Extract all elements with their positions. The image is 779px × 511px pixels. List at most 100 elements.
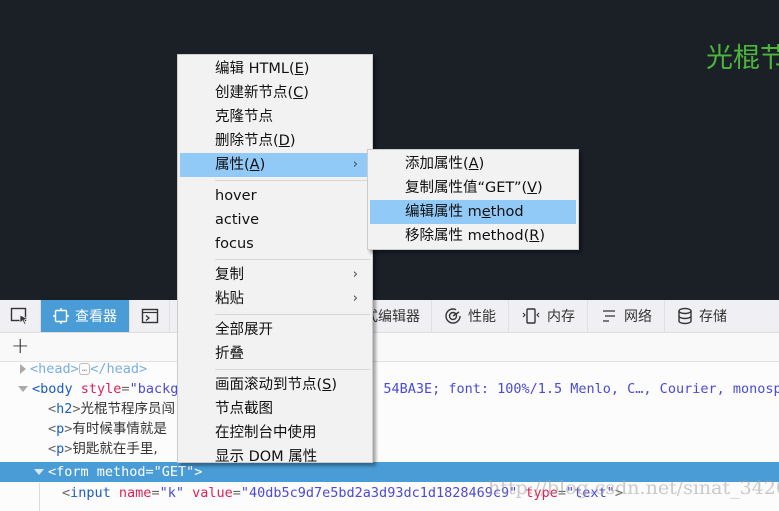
menu-item-label: 全部展开 [215, 322, 273, 338]
menu-item-collapse[interactable]: 折叠 [180, 342, 370, 366]
markup-node-body[interactable]: <body style="backg 54BA3E; font: 100%/1.5… [0, 379, 779, 399]
collapse-icon[interactable] [18, 386, 28, 392]
menu-item-label: 属性( [215, 157, 250, 173]
menu-item-label: 编辑 HTML( [215, 61, 295, 77]
menu-item-suffix: thod [490, 204, 524, 220]
tab-storage[interactable]: 存储 [665, 300, 739, 332]
context-menu: 编辑 HTML(E) 创建新节点(C) 克隆节点 删除节点(D) 属性(A) › … [177, 54, 373, 465]
menu-item-hover[interactable]: hover [180, 184, 370, 208]
performance-icon [444, 307, 462, 325]
tab-network-label: 网络 [624, 309, 652, 325]
menu-separator [215, 259, 370, 260]
h2-text: 光棍节程序员闯 [80, 401, 176, 417]
menu-item-label: 删除节点( [215, 133, 279, 149]
pick-element-button[interactable] [0, 300, 41, 332]
accelerator-key: e [481, 204, 491, 220]
menu-item-focus[interactable]: focus [180, 232, 370, 256]
accelerator-key: S [322, 377, 332, 393]
menu-item-label: hover [215, 188, 257, 204]
submenu-item-add-attribute[interactable]: 添加属性(A) [370, 152, 576, 176]
menu-item-label: 显示 DOM 属性 [215, 449, 318, 465]
menu-item-screenshot-node[interactable]: 节点截图 [180, 397, 370, 421]
menu-item-label: 折叠 [215, 346, 244, 362]
accelerator-key: V [527, 180, 538, 196]
menu-item-label: 节点截图 [215, 401, 273, 417]
menu-item-label: focus [215, 236, 254, 252]
submenu-item-copy-attribute-value[interactable]: 复制属性值“GET”(V) [370, 176, 576, 200]
menu-item-expand-all[interactable]: 全部展开 [180, 318, 370, 342]
console-icon [141, 308, 159, 324]
input-value-attr[interactable]: value [192, 485, 233, 501]
head-close-tag: </head> [90, 361, 148, 377]
accelerator-key: C [293, 85, 304, 101]
tab-console[interactable] [130, 300, 170, 332]
tab-inspector-label: 查看器 [75, 309, 117, 325]
menu-item-use-in-console[interactable]: 在控制台中使用 [180, 421, 370, 445]
chevron-right-icon: › [352, 157, 358, 172]
menu-item-delete-node[interactable]: 删除节点(D) [180, 129, 370, 153]
menu-item-label: 克隆节点 [215, 109, 273, 125]
accelerator-key: R [529, 228, 540, 244]
menu-item-paste[interactable]: 粘贴 › [180, 287, 370, 311]
menu-item-label: 在控制台中使用 [215, 425, 317, 441]
menu-item-suffix: ) [539, 228, 546, 244]
attribute-submenu: 添加属性(A) 复制属性值“GET”(V) 编辑属性 method 移除属性 m… [367, 149, 579, 250]
devtools-toolbar: 查看器 样式编辑器 性能 内存 网络 存储 [0, 300, 779, 333]
tab-storage-label: 存储 [699, 309, 727, 325]
p1-text: 有时候事情就是 [72, 421, 167, 437]
menu-item-label: active [215, 212, 260, 228]
input-name-attr[interactable]: name [119, 485, 152, 501]
storage-icon [677, 307, 693, 325]
menu-item-suffix: ) [537, 180, 543, 196]
menu-item-label: 复制属性值“GET”( [405, 180, 528, 196]
menu-item-label: 创建新节点( [215, 85, 294, 101]
chevron-right-icon: › [352, 267, 358, 282]
menu-item-edit-html[interactable]: 编辑 HTML(E) [180, 57, 370, 81]
tab-performance[interactable]: 性能 [432, 300, 509, 332]
body-attr-name[interactable]: style [81, 381, 122, 397]
menu-item-label: 添加属性( [405, 156, 469, 172]
menu-item-suffix: ) [259, 157, 266, 173]
menu-item-create-node[interactable]: 创建新节点(C) [180, 81, 370, 105]
menu-separator [215, 314, 370, 315]
markup-node-p2[interactable]: <p>钥匙就在手里, [0, 439, 779, 459]
tab-inspector[interactable]: 查看器 [41, 300, 130, 332]
tab-memory[interactable]: 内存 [509, 300, 588, 332]
menu-item-label: 粘贴 [215, 291, 244, 307]
menu-item-suffix: ) [478, 156, 485, 172]
menu-item-suffix: ) [331, 377, 338, 393]
add-node-button[interactable]: + [11, 336, 29, 358]
menu-item-copy[interactable]: 复制 › [180, 263, 370, 287]
page-heading: 光棍节 [706, 43, 779, 74]
collapse-icon[interactable] [34, 469, 44, 475]
tab-memory-label: 内存 [547, 309, 575, 325]
menu-item-label: 编辑属性 m [405, 204, 482, 220]
input-name-value[interactable]: "k" [160, 485, 184, 501]
body-attr-value-start[interactable]: "backg [130, 381, 179, 397]
menu-item-show-dom-properties[interactable]: 显示 DOM 属性 [180, 445, 370, 469]
markup-node-p1[interactable]: <p>有时候事情就是 [0, 419, 779, 439]
input-value-value[interactable]: "40db5c9d7e5bd2a3d93dc1d1828469c9" [241, 485, 517, 501]
submenu-item-edit-attribute[interactable]: 编辑属性 method [370, 200, 576, 224]
expand-icon[interactable] [20, 364, 26, 374]
markup-node-head[interactable]: <head>… </head> [0, 359, 779, 379]
p2-text: 钥匙就在手里, [72, 441, 158, 457]
submenu-item-remove-attribute[interactable]: 移除属性 method(R) [370, 224, 576, 248]
network-icon [600, 308, 618, 324]
memory-icon [521, 307, 541, 325]
accelerator-key: D [278, 133, 290, 149]
inspector-subbar: + [0, 334, 779, 362]
menu-item-suffix: ) [303, 61, 310, 77]
tab-network[interactable]: 网络 [588, 300, 665, 332]
menu-item-attributes[interactable]: 属性(A) › [180, 153, 370, 177]
menu-item-suffix: ) [303, 85, 309, 101]
menu-item-scroll-into-view[interactable]: 画面滚动到节点(S) [180, 373, 370, 397]
accelerator-key: A [468, 156, 479, 172]
markup-node-h2[interactable]: <h2>光棍节程序员闯 [0, 399, 779, 419]
menu-item-clone-node[interactable]: 克隆节点 [180, 105, 370, 129]
collapsed-ellipsis[interactable]: … [78, 363, 91, 375]
menu-separator [215, 180, 370, 181]
body-attr-value-end[interactable]: 54BA3E; font: 100%/1.5 Menlo, C…, Courie… [383, 381, 779, 397]
menu-item-active[interactable]: active [180, 208, 370, 232]
watermark: http://blog.csdn.net/sinat_34200786 [488, 477, 779, 499]
